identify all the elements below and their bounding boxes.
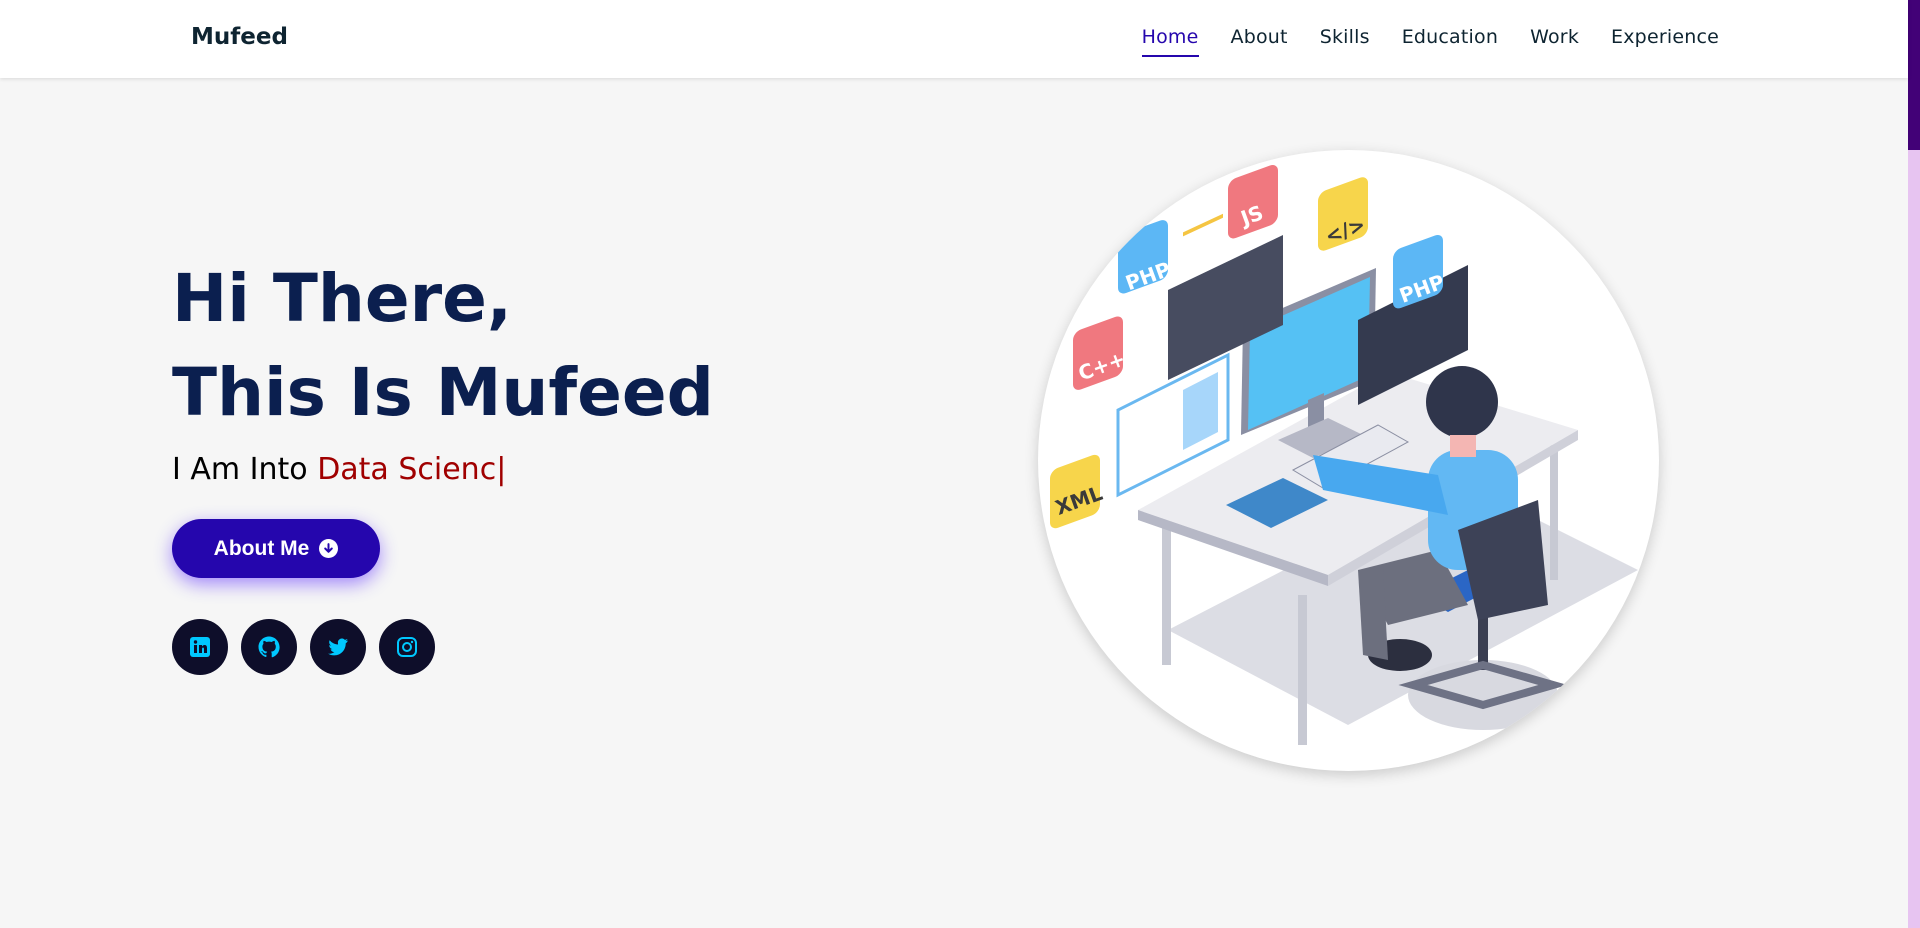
- instagram-icon[interactable]: [379, 619, 435, 675]
- about-me-label: About Me: [213, 536, 310, 560]
- hero-name: Mufeed: [435, 354, 714, 431]
- hero-text: Hi There, This Is Mufeed I Am Into Data …: [172, 252, 714, 487]
- github-icon[interactable]: [241, 619, 297, 675]
- navbar: Mufeed Home About Skills Education Work …: [0, 0, 1908, 78]
- about-me-button[interactable]: About Me: [172, 519, 380, 578]
- nav-link-home[interactable]: Home: [1141, 26, 1199, 57]
- greeting-prefix: This Is: [172, 354, 436, 431]
- brand-logo[interactable]: Mufeed: [191, 24, 288, 50]
- hero-heading: Hi There, This Is Mufeed: [172, 252, 714, 440]
- typing-cursor: |: [496, 452, 507, 487]
- social-links: [172, 619, 435, 675]
- nav-link-experience[interactable]: Experience: [1611, 26, 1719, 57]
- scrollbar-thumb[interactable]: [1908, 0, 1920, 150]
- nav-links: Home About Skills Education Work Experie…: [1141, 26, 1719, 57]
- nav-link-skills[interactable]: Skills: [1320, 26, 1370, 57]
- nav-link-about[interactable]: About: [1231, 26, 1288, 57]
- nav-link-work[interactable]: Work: [1530, 26, 1579, 57]
- nav-link-education[interactable]: Education: [1402, 26, 1498, 57]
- typed-text: Data Scienc: [317, 452, 497, 487]
- greeting-line1: Hi There,: [172, 260, 512, 337]
- scrollbar[interactable]: [1908, 0, 1920, 928]
- developer-illustration: PHP JS </> PHP C++ XML: [1038, 150, 1659, 771]
- typed-line: I Am Into Data Scienc|: [172, 452, 714, 487]
- typed-prefix: I Am Into: [172, 452, 318, 487]
- arrow-down-circle-icon: [319, 539, 339, 558]
- twitter-icon[interactable]: [310, 619, 366, 675]
- linkedin-icon[interactable]: [172, 619, 228, 675]
